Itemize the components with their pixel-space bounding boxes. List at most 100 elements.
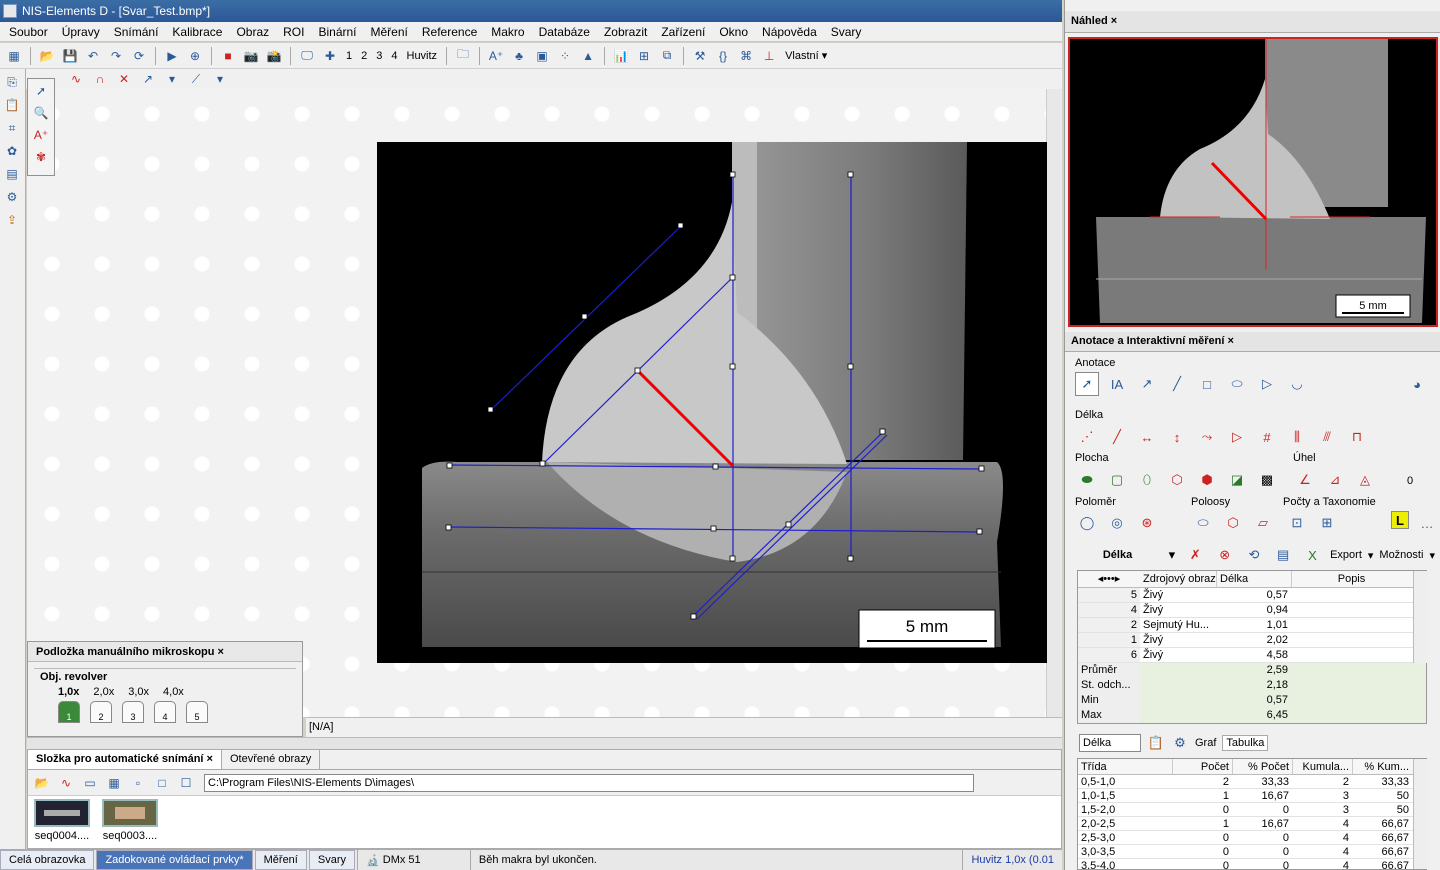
delete-selected-icon[interactable]: ✗ <box>1184 543 1207 567</box>
tab-docked-controls[interactable]: Zadokované ovládací prvky* <box>96 850 253 870</box>
options-button[interactable]: Možnosti <box>1379 549 1423 561</box>
tab-table[interactable]: Tabulka <box>1222 735 1269 751</box>
shapes-icon[interactable]: ♣ <box>509 46 529 66</box>
count-icon[interactable]: ⊡ <box>1285 511 1309 535</box>
tools-icon[interactable]: ⚒ <box>690 46 710 66</box>
hist-col-cum-percent[interactable]: % Kum... <box>1352 759 1412 774</box>
semiaxis-rect-icon[interactable]: ▱ <box>1251 511 1275 535</box>
mag-4x[interactable]: 4,0x <box>163 686 184 698</box>
excel-icon[interactable]: X <box>1301 543 1324 567</box>
length-points-icon[interactable]: ⋰ <box>1075 425 1099 449</box>
menu-upravy[interactable]: Úpravy <box>55 25 107 39</box>
folder-icon[interactable]: 🗀 <box>453 46 473 66</box>
menu-kalibrace[interactable]: Kalibrace <box>165 25 229 39</box>
tab-welds[interactable]: Svary <box>308 850 355 870</box>
folder-icon[interactable]: 📂 <box>32 773 52 793</box>
thumbnail-seq0003[interactable]: seq0003.... <box>100 799 160 845</box>
multi-parallel-icon[interactable]: ⫻ <box>1315 425 1339 449</box>
column-length[interactable]: Délka <box>1216 571 1291 587</box>
area-ellipse-icon[interactable]: ⬯ <box>1135 468 1159 492</box>
area-rect-icon[interactable]: ▢ <box>1105 468 1129 492</box>
redo-icon[interactable]: ↷ <box>106 46 126 66</box>
export-button[interactable]: Export <box>1330 549 1362 561</box>
color-picker-icon[interactable]: ✾ <box>31 147 51 167</box>
angle-4pt-icon[interactable]: ◬ <box>1353 468 1377 492</box>
gear-icon[interactable]: ⚙ <box>1171 731 1189 755</box>
area-free-icon[interactable]: ⬢ <box>1195 468 1219 492</box>
hist-col-cumulative[interactable]: Kumula... <box>1292 759 1352 774</box>
play-icon[interactable]: ▶ <box>162 46 182 66</box>
chevron-down-icon[interactable]: ▾ <box>1166 543 1178 567</box>
mag-1x[interactable]: 1,0x <box>58 686 79 698</box>
tab-auto-capture[interactable]: Složka pro automatické snímání × <box>28 750 222 769</box>
arrow-tool-icon[interactable]: ↗ <box>138 69 158 89</box>
pointer-icon[interactable]: ➚ <box>31 81 51 101</box>
area-poly-icon[interactable]: ⬡ <box>1165 468 1189 492</box>
column-description[interactable]: Popis <box>1291 571 1411 587</box>
capture-icon[interactable]: ⊕ <box>185 46 205 66</box>
chart-icon[interactable]: 📊 <box>611 46 631 66</box>
hist-col-count[interactable]: Počet <box>1172 759 1232 774</box>
delete-all-icon[interactable]: ⊗ <box>1213 543 1236 567</box>
menu-snimani[interactable]: Snímání <box>107 25 166 39</box>
polygon-icon[interactable]: ▷ <box>1255 372 1279 396</box>
add-layer-icon[interactable]: ✚ <box>320 46 340 66</box>
monitor-icon[interactable]: 🖵 <box>297 46 317 66</box>
refresh-icon[interactable]: ⟳ <box>129 46 149 66</box>
chevron-down-icon[interactable]: ▾ <box>1368 549 1374 562</box>
stop-icon[interactable]: ■ <box>218 46 238 66</box>
menu-svary[interactable]: Svary <box>824 25 869 39</box>
thumb-small-icon[interactable]: ▫ <box>128 773 148 793</box>
menu-zobrazit[interactable]: Zobrazit <box>597 25 654 39</box>
export-icon[interactable]: ⇪ <box>2 210 22 230</box>
column-nav-icon[interactable]: ◂•••▸ <box>1078 571 1140 587</box>
menu-roi[interactable]: ROI <box>276 25 311 39</box>
table-row[interactable]: 4 Živý 0,94 <box>1078 603 1426 618</box>
menu-reference[interactable]: Reference <box>415 25 484 39</box>
view-list-icon[interactable]: ▭ <box>80 773 100 793</box>
crop-icon[interactable]: ⌗ <box>2 118 22 138</box>
circle-3pt-icon[interactable]: ◎ <box>1105 511 1129 535</box>
layer-1-button[interactable]: 1 <box>343 50 355 62</box>
thumb-large-icon[interactable]: ☐ <box>176 773 196 793</box>
rectangle-icon[interactable]: □ <box>1195 372 1219 396</box>
curve-icon[interactable]: ∿ <box>66 69 86 89</box>
menu-mereni[interactable]: Měření <box>364 25 415 39</box>
area-fill-icon[interactable]: ◪ <box>1225 468 1249 492</box>
menu-napoveda[interactable]: Nápověda <box>755 25 824 39</box>
undo-icon[interactable]: ↶ <box>83 46 103 66</box>
histogram-scrollbar[interactable] <box>1413 759 1428 869</box>
hist-col-percent[interactable]: % Počet <box>1232 759 1292 774</box>
camera-settings-icon[interactable]: 📸 <box>264 46 284 66</box>
freehand-icon[interactable]: ◡ <box>1285 372 1309 396</box>
image-icon[interactable]: ▣ <box>532 46 552 66</box>
save-icon[interactable]: 💾 <box>60 46 80 66</box>
semiaxis-poly-icon[interactable]: ⬡ <box>1221 511 1245 535</box>
mag-3x[interactable]: 3,0x <box>128 686 149 698</box>
preview-view[interactable]: 5 mm <box>1068 37 1438 327</box>
objective-4[interactable]: 4 <box>154 701 176 723</box>
length-vertical-icon[interactable]: ↕ <box>1165 425 1189 449</box>
angle-3pt-icon[interactable]: ⊿ <box>1323 468 1347 492</box>
close-icon[interactable]: × <box>1111 15 1117 27</box>
chevron-down-icon[interactable]: ▾ <box>1429 549 1435 562</box>
menu-soubor[interactable]: Soubor <box>2 25 55 39</box>
tab-graph[interactable]: Graf <box>1195 737 1216 749</box>
length-line-icon[interactable]: ╱ <box>1105 425 1129 449</box>
color-icon[interactable]: ✿ <box>2 141 22 161</box>
objective-1[interactable]: 1 <box>58 701 80 723</box>
measure-type-dropdown[interactable]: Délka <box>1075 549 1160 561</box>
wave-icon[interactable]: ∩ <box>90 69 110 89</box>
wave-icon[interactable]: ∿ <box>56 773 76 793</box>
label-icon[interactable]: L <box>1391 511 1409 529</box>
copy-icon[interactable]: ⎘ <box>2 72 22 92</box>
chevron-down-icon[interactable]: ▾ <box>162 69 182 89</box>
hist-col-class[interactable]: Třída <box>1078 759 1172 774</box>
layers-icon[interactable]: ▤ <box>2 164 22 184</box>
braces-icon[interactable]: {} <box>713 46 733 66</box>
zoom-icon[interactable]: 🔍 <box>31 103 51 123</box>
column-source[interactable]: Zdrojový obraz <box>1140 571 1216 587</box>
menu-databaze[interactable]: Databáze <box>532 25 597 39</box>
table-row[interactable]: 6 Živý 4,58 <box>1078 648 1426 663</box>
ellipse-icon[interactable]: ⬭ <box>1225 372 1249 396</box>
